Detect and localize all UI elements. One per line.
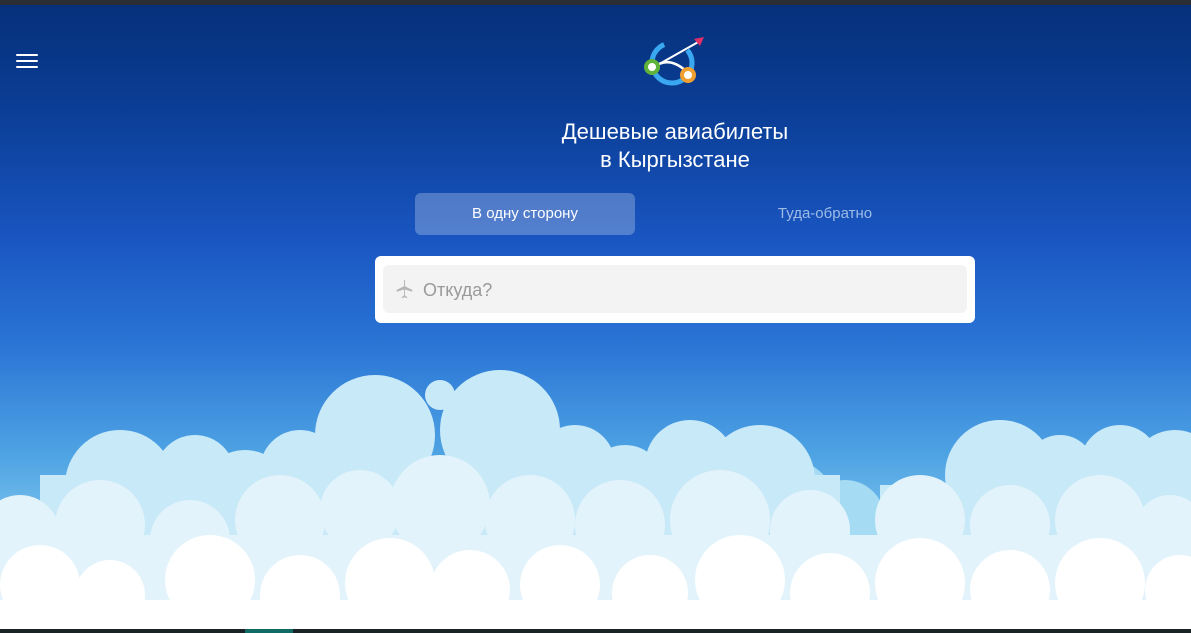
title-line-2: в Кыргызстане (600, 147, 750, 172)
title-line-1: Дешевые авиабилеты (561, 119, 789, 144)
tab-one-way[interactable]: В одну сторону (415, 193, 635, 235)
airplane-route-logo-icon[interactable] (640, 33, 710, 91)
clouds-decoration (0, 370, 1191, 629)
tab-round-trip[interactable]: Туда-обратно (715, 193, 935, 235)
hero-background: Дешевые авиабилеты в Кыргызстане В одну … (0, 5, 1191, 629)
trip-type-tabs: В одну сторону Туда-обратно (415, 193, 935, 235)
browser-bottom-edge (0, 629, 1191, 633)
airplane-icon (396, 279, 413, 299)
from-input[interactable] (421, 265, 955, 315)
page-title: Дешевые авиабилеты в Кыргызстане (475, 118, 875, 174)
from-field[interactable] (383, 265, 967, 315)
hamburger-menu-icon[interactable] (14, 51, 38, 73)
search-form (375, 256, 975, 323)
